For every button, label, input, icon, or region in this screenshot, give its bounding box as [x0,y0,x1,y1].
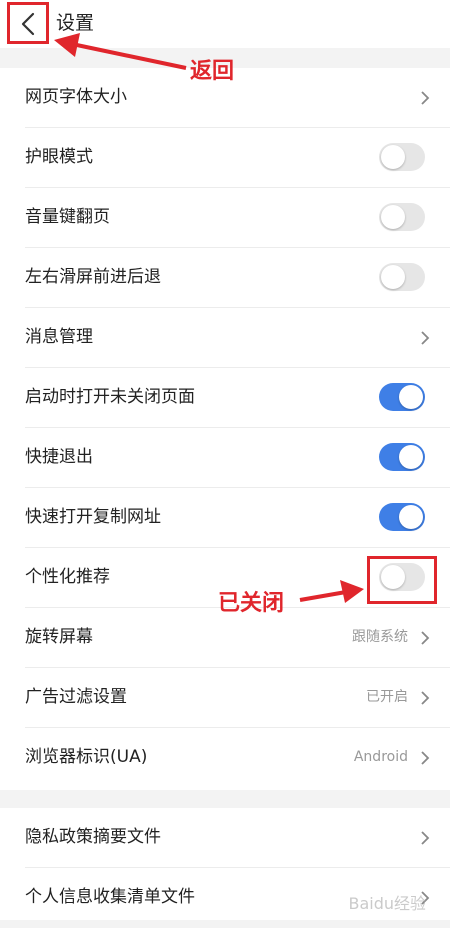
closed-arrow-annotation [299,580,364,603]
closed-annotation-label: 已关闭 [218,591,285,616]
back-arrow-annotation [54,33,187,70]
back-annotation-label: 返回 [190,59,235,84]
watermark: Baidu经验 [348,894,426,913]
annotation-arrows [54,33,364,603]
